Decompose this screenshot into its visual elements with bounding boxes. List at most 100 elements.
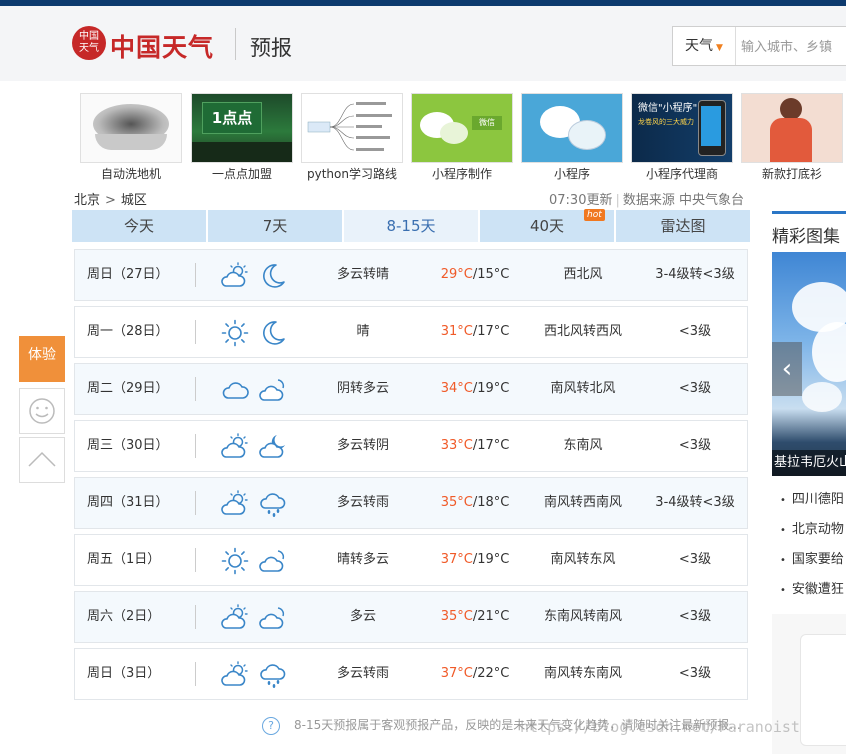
search-input[interactable] xyxy=(739,35,846,59)
ad-strip: 自动洗地机 1点点 一点点加盟 python学习路线 微信 小程序制作 小程序 … xyxy=(80,93,846,183)
tab-today[interactable]: 今天 xyxy=(72,210,206,242)
temp-high: 34°C xyxy=(440,381,473,396)
divider: | xyxy=(615,193,620,208)
new-version-line1: 体验 xyxy=(28,347,56,363)
search-type-select[interactable]: 天气 ▼ xyxy=(673,27,736,65)
forecast-row[interactable]: 周日（3日） 多云转雨 37°C/22°C 南风转东南风 <3级 xyxy=(74,648,748,700)
ad-caption: 自动洗地机 xyxy=(100,167,161,181)
ad-caption: 一点点加盟 xyxy=(211,167,272,181)
ad-item[interactable]: 小程序 xyxy=(521,93,623,182)
temperature: 37°C/19°C xyxy=(425,535,525,585)
news-item[interactable]: • 北京动物 xyxy=(780,520,846,550)
temp-low: /19°C xyxy=(472,552,510,567)
news-title: 四川德阳 xyxy=(791,492,844,507)
temp-high: 29°C xyxy=(440,267,473,282)
temperature: 37°C/22°C xyxy=(425,649,525,699)
try-new-version-button[interactable]: 体验新版 xyxy=(19,336,65,404)
forecast-day: 周五（1日） xyxy=(87,552,161,567)
wind-direction: 西北风转西风 xyxy=(543,324,622,339)
forecast-day: 周四（31日） xyxy=(87,495,169,510)
tab-radar[interactable]: 雷达图 xyxy=(616,210,750,242)
weather-desc: 阴转多云 xyxy=(336,381,389,396)
weather-desc: 晴转多云 xyxy=(336,552,389,567)
forecast-day: 周日（3日） xyxy=(87,666,161,681)
logo-seal-icon[interactable]: 中国 天气 xyxy=(72,26,106,60)
temp-high: 31°C xyxy=(440,324,473,339)
wind-level: <3级 xyxy=(678,666,712,681)
ad-caption: 新款打底衫 xyxy=(761,167,822,181)
breadcrumb-city[interactable]: 北京 xyxy=(74,193,100,208)
ad-caption: 小程序制作 xyxy=(431,167,492,181)
partly-cloudy-icon xyxy=(221,661,248,686)
back-to-top-button[interactable] xyxy=(19,437,65,483)
divider xyxy=(195,605,196,629)
news-item[interactable]: • 安徽遭狂 xyxy=(780,580,846,610)
temp-high: 37°C xyxy=(440,552,473,567)
cloud-sun-icon xyxy=(259,379,285,401)
forecast-row[interactable]: 周一（28日） 晴 31°C/17°C 西北风转西风 <3级 xyxy=(74,306,748,358)
bullet: • xyxy=(780,585,786,596)
ad-item[interactable]: 1点点 一点点加盟 xyxy=(191,93,293,182)
temperature: 29°C/15°C xyxy=(425,250,525,300)
news-item[interactable]: • 四川德阳 xyxy=(780,490,846,520)
chevron-up-icon xyxy=(28,451,56,467)
partly-cloudy-icon xyxy=(221,262,248,287)
wind-direction: 西北风 xyxy=(563,267,603,282)
mind-map-image xyxy=(301,93,403,163)
sun-icon xyxy=(221,319,249,347)
brush-disc-image xyxy=(80,93,182,163)
temp-high: 35°C xyxy=(440,495,473,510)
weather-desc: 多云转阴 xyxy=(336,438,389,453)
help-icon[interactable]: ? xyxy=(262,716,280,735)
ad-item[interactable]: python学习路线 xyxy=(301,93,403,182)
site-logo-text[interactable]: 中国天气 xyxy=(110,28,214,64)
weather-desc: 多云转雨 xyxy=(336,495,389,510)
forecast-row[interactable]: 周日（27日） 多云转晴 29°C/15°C 西北风 3-4级转<3级 xyxy=(74,249,748,301)
wechat-bubbles-image xyxy=(521,93,623,163)
divider xyxy=(195,377,196,401)
update-time: 07:30更新 xyxy=(549,193,613,208)
tab-7-days[interactable]: 7天 xyxy=(208,210,342,242)
partly-cloudy-icon xyxy=(221,604,248,629)
forecast-row[interactable]: 周四（31日） 多云转雨 35°C/18°C 南风转西南风 3-4级转<3级 xyxy=(74,477,748,529)
wechat-green-image: 微信 xyxy=(411,93,513,163)
wind-level: 3-4级转<3级 xyxy=(655,495,735,510)
temp-low: /17°C xyxy=(472,438,510,453)
ad-item[interactable]: 微信"小程序" 龙卷风的三大威力 小程序代理商 xyxy=(631,93,733,182)
ad-item[interactable]: 新款打底衫 xyxy=(741,93,843,182)
news-title: 国家要给 xyxy=(791,552,844,567)
news-item[interactable]: • 国家要给 xyxy=(780,550,846,580)
forecast-row[interactable]: 周二（29日） 阴转多云 34°C/19°C 南风转北风 <3级 xyxy=(74,363,748,415)
tab-8-15-days[interactable]: 8-15天 xyxy=(344,210,478,242)
temp-low: /15°C xyxy=(472,267,510,282)
update-info: 07:30更新 | 数据来源 中央气象台 xyxy=(549,189,744,208)
wind-level: <3级 xyxy=(678,324,712,339)
site-header: 中国 天气 中国天气 预报 天气 ▼ xyxy=(0,6,846,81)
cloud-icon xyxy=(222,382,249,399)
bullet: • xyxy=(780,525,786,536)
divider xyxy=(195,320,196,344)
bullet: • xyxy=(780,555,786,566)
rain-icon xyxy=(260,664,286,689)
data-source: 数据来源 中央气象台 xyxy=(622,193,744,208)
wind-direction: 南风转东风 xyxy=(550,552,616,567)
feedback-button[interactable] xyxy=(19,388,65,434)
weather-desc: 多云转晴 xyxy=(336,267,389,282)
forecast-row[interactable]: 周六（2日） 多云 35°C/21°C 东南风转南风 <3级 xyxy=(74,591,748,643)
temperature: 33°C/17°C xyxy=(425,421,525,471)
ad-item[interactable]: 微信 小程序制作 xyxy=(411,93,513,182)
wind-level: <3级 xyxy=(678,438,712,453)
temp-high: 33°C xyxy=(440,438,473,453)
gallery-photo[interactable]: ‹ 基拉韦厄火山 xyxy=(772,252,846,476)
wind-direction: 东南风 xyxy=(563,438,603,453)
gallery-prev-button[interactable]: ‹ xyxy=(772,342,802,396)
caret-down-icon: ▼ xyxy=(716,43,723,53)
forecast-row[interactable]: 周三（30日） 多云转阴 33°C/17°C 东南风 <3级 xyxy=(74,420,748,472)
forecast-row[interactable]: 周五（1日） 晴转多云 37°C/19°C 南风转东风 <3级 xyxy=(74,534,748,586)
temp-high: 35°C xyxy=(440,609,473,624)
forecast-day: 周二（29日） xyxy=(87,381,169,396)
breadcrumb-district[interactable]: 城区 xyxy=(121,193,147,208)
forecast-day: 周三（30日） xyxy=(87,438,169,453)
temperature: 31°C/17°C xyxy=(425,307,525,357)
ad-item[interactable]: 自动洗地机 xyxy=(80,93,182,182)
